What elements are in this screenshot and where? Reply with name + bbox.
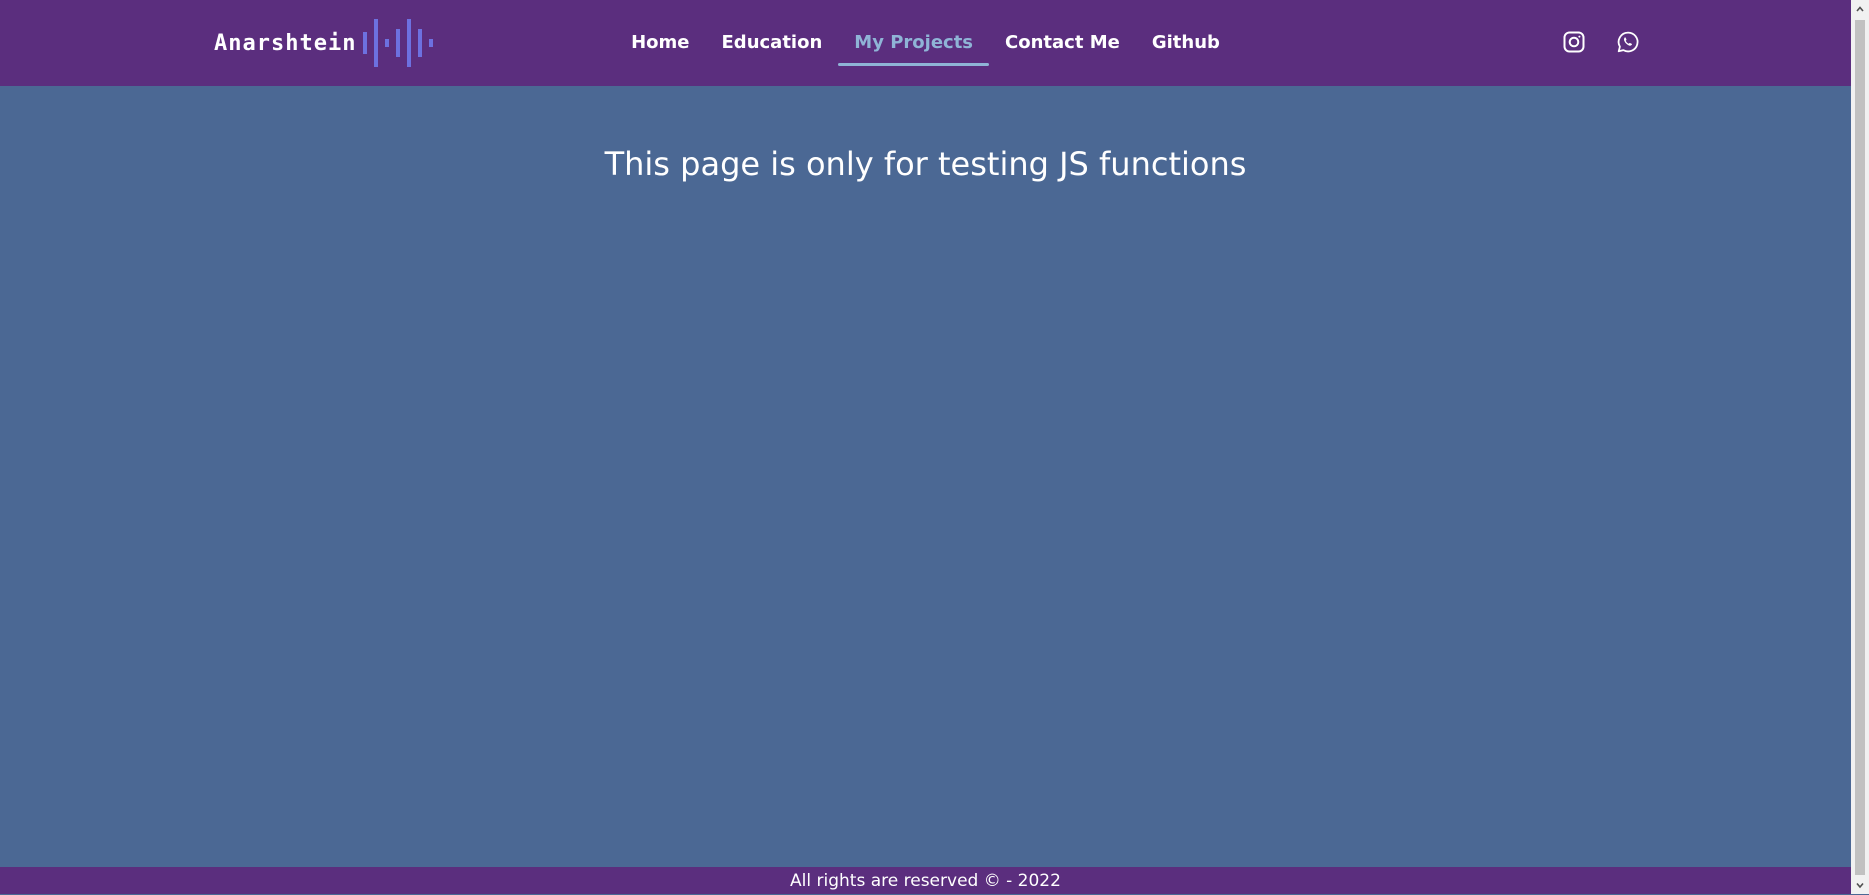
navbar: Anarshtein Home Education My Projects Co… — [0, 0, 1851, 86]
whatsapp-icon[interactable] — [1614, 28, 1642, 56]
nav-link-home[interactable]: Home — [615, 0, 705, 86]
page: Anarshtein Home Education My Projects Co… — [0, 0, 1851, 894]
scrollbar[interactable] — [1851, 0, 1869, 894]
page-title: This page is only for testing JS functio… — [604, 145, 1247, 183]
nav-link-contact-me[interactable]: Contact Me — [989, 0, 1136, 86]
footer: All rights are reserved © - 2022 — [0, 867, 1851, 894]
scroll-up-arrow-icon[interactable] — [1851, 0, 1869, 18]
instagram-icon[interactable] — [1560, 28, 1588, 56]
scroll-down-arrow-icon[interactable] — [1851, 876, 1869, 894]
copyright-text: All rights are reserved © - 2022 — [790, 871, 1061, 891]
nav-link-github[interactable]: Github — [1136, 0, 1236, 86]
nav-link-education[interactable]: Education — [706, 0, 839, 86]
scrollbar-thumb[interactable] — [1855, 20, 1865, 875]
nav-link-my-projects[interactable]: My Projects — [838, 0, 989, 86]
